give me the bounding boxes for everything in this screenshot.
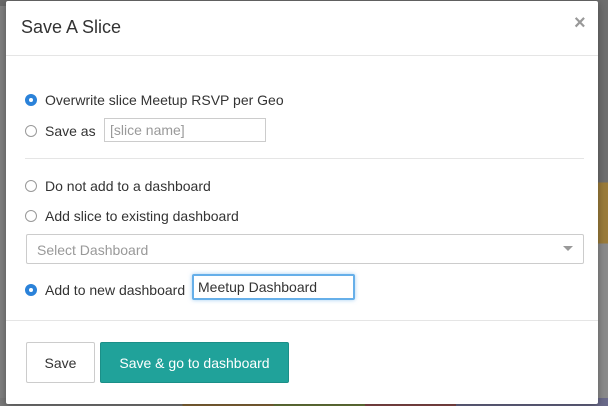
new-dashboard-name-input[interactable]: [192, 274, 355, 300]
save-button[interactable]: Save: [26, 342, 95, 383]
no-dashboard-radio[interactable]: [25, 180, 37, 192]
modal-footer: Save Save & go to dashboard: [6, 320, 598, 404]
background-app-right: [598, 0, 608, 406]
no-dashboard-option[interactable]: Do not add to a dashboard: [25, 178, 211, 194]
modal-body: Overwrite slice Meetup RSVP per Geo Save…: [6, 57, 598, 320]
new-dashboard-option[interactable]: Add to new dashboard: [25, 282, 185, 298]
existing-dashboard-label: Add slice to existing dashboard: [45, 208, 239, 224]
existing-dashboard-radio[interactable]: [25, 210, 37, 222]
slice-name-input[interactable]: [104, 118, 266, 142]
close-icon[interactable]: ×: [574, 13, 586, 33]
existing-dashboard-option[interactable]: Add slice to existing dashboard: [25, 208, 239, 224]
save-and-go-to-dashboard-button[interactable]: Save & go to dashboard: [100, 342, 289, 383]
save-as-label: Save as: [45, 123, 96, 139]
modal-title: Save A Slice: [21, 17, 122, 37]
select-dashboard-placeholder: Select Dashboard: [37, 242, 149, 258]
save-as-option[interactable]: Save as: [25, 123, 96, 139]
overwrite-option[interactable]: Overwrite slice Meetup RSVP per Geo: [25, 92, 284, 108]
no-dashboard-label: Do not add to a dashboard: [45, 178, 211, 194]
save-slice-modal: Save A Slice × Overwrite slice Meetup RS…: [6, 1, 598, 404]
overwrite-radio[interactable]: [25, 94, 37, 106]
select-dashboard-dropdown[interactable]: Select Dashboard: [26, 234, 584, 264]
new-dashboard-radio[interactable]: [25, 284, 37, 296]
save-as-radio[interactable]: [25, 125, 37, 137]
new-dashboard-label: Add to new dashboard: [45, 282, 186, 298]
section-divider: [25, 158, 584, 159]
overwrite-label: Overwrite slice Meetup RSVP per Geo: [45, 92, 284, 108]
modal-header: Save A Slice ×: [6, 1, 598, 56]
chevron-down-icon: [563, 246, 573, 251]
